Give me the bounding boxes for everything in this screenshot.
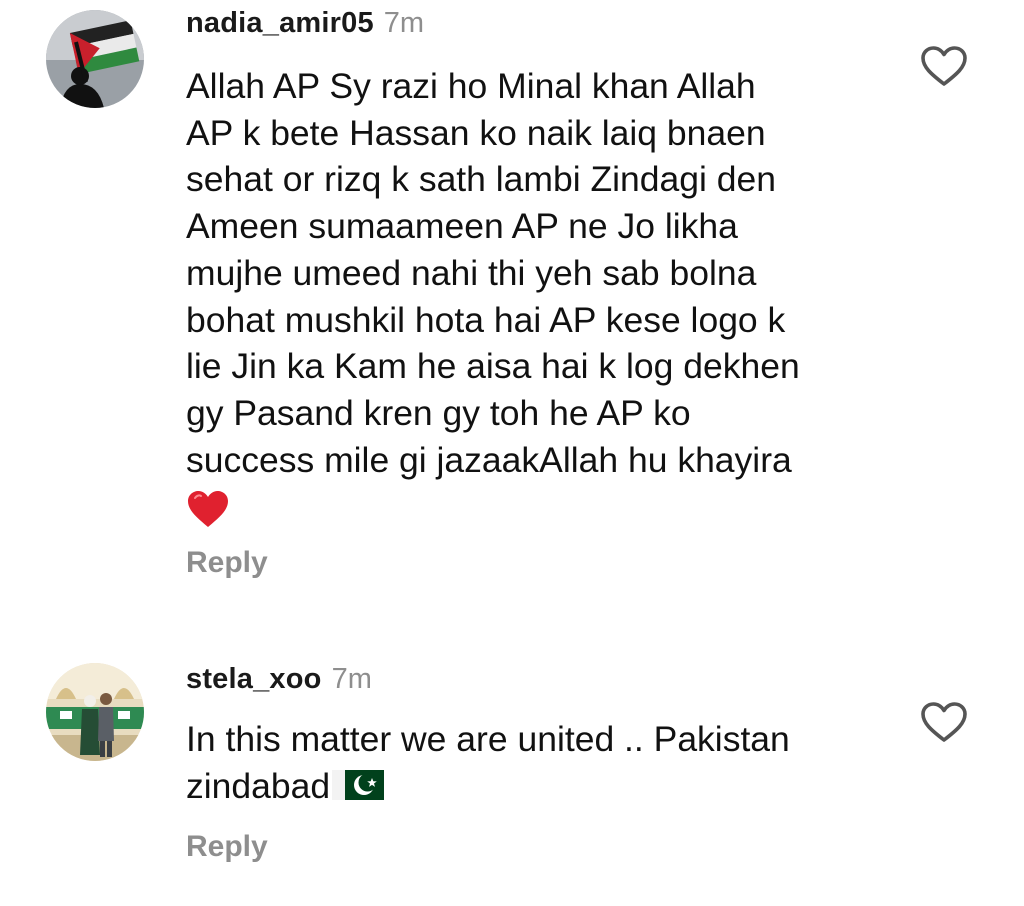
comment-text-line: In this matter we are united .. Pakistan <box>186 719 790 759</box>
couple-photo-avatar-icon <box>46 663 144 761</box>
comment-text-fragment: zindabad <box>186 765 331 806</box>
comment-text: In this matter we are united .. Pakistan… <box>186 716 790 809</box>
comment-header: stela_xoo 7m <box>186 665 372 694</box>
reply-button[interactable]: Reply <box>186 832 268 862</box>
avatar[interactable] <box>46 663 144 761</box>
pakistan-flag-icon <box>332 769 385 800</box>
heart-outline-icon <box>921 702 967 742</box>
like-button[interactable] <box>918 699 970 745</box>
username[interactable]: stela_xoo <box>186 663 322 695</box>
comment-item: stela_xoo 7m In this matter we are united… <box>0 0 1024 906</box>
timestamp: 7m <box>331 663 372 695</box>
comment-text-line: zindabad <box>186 763 790 810</box>
